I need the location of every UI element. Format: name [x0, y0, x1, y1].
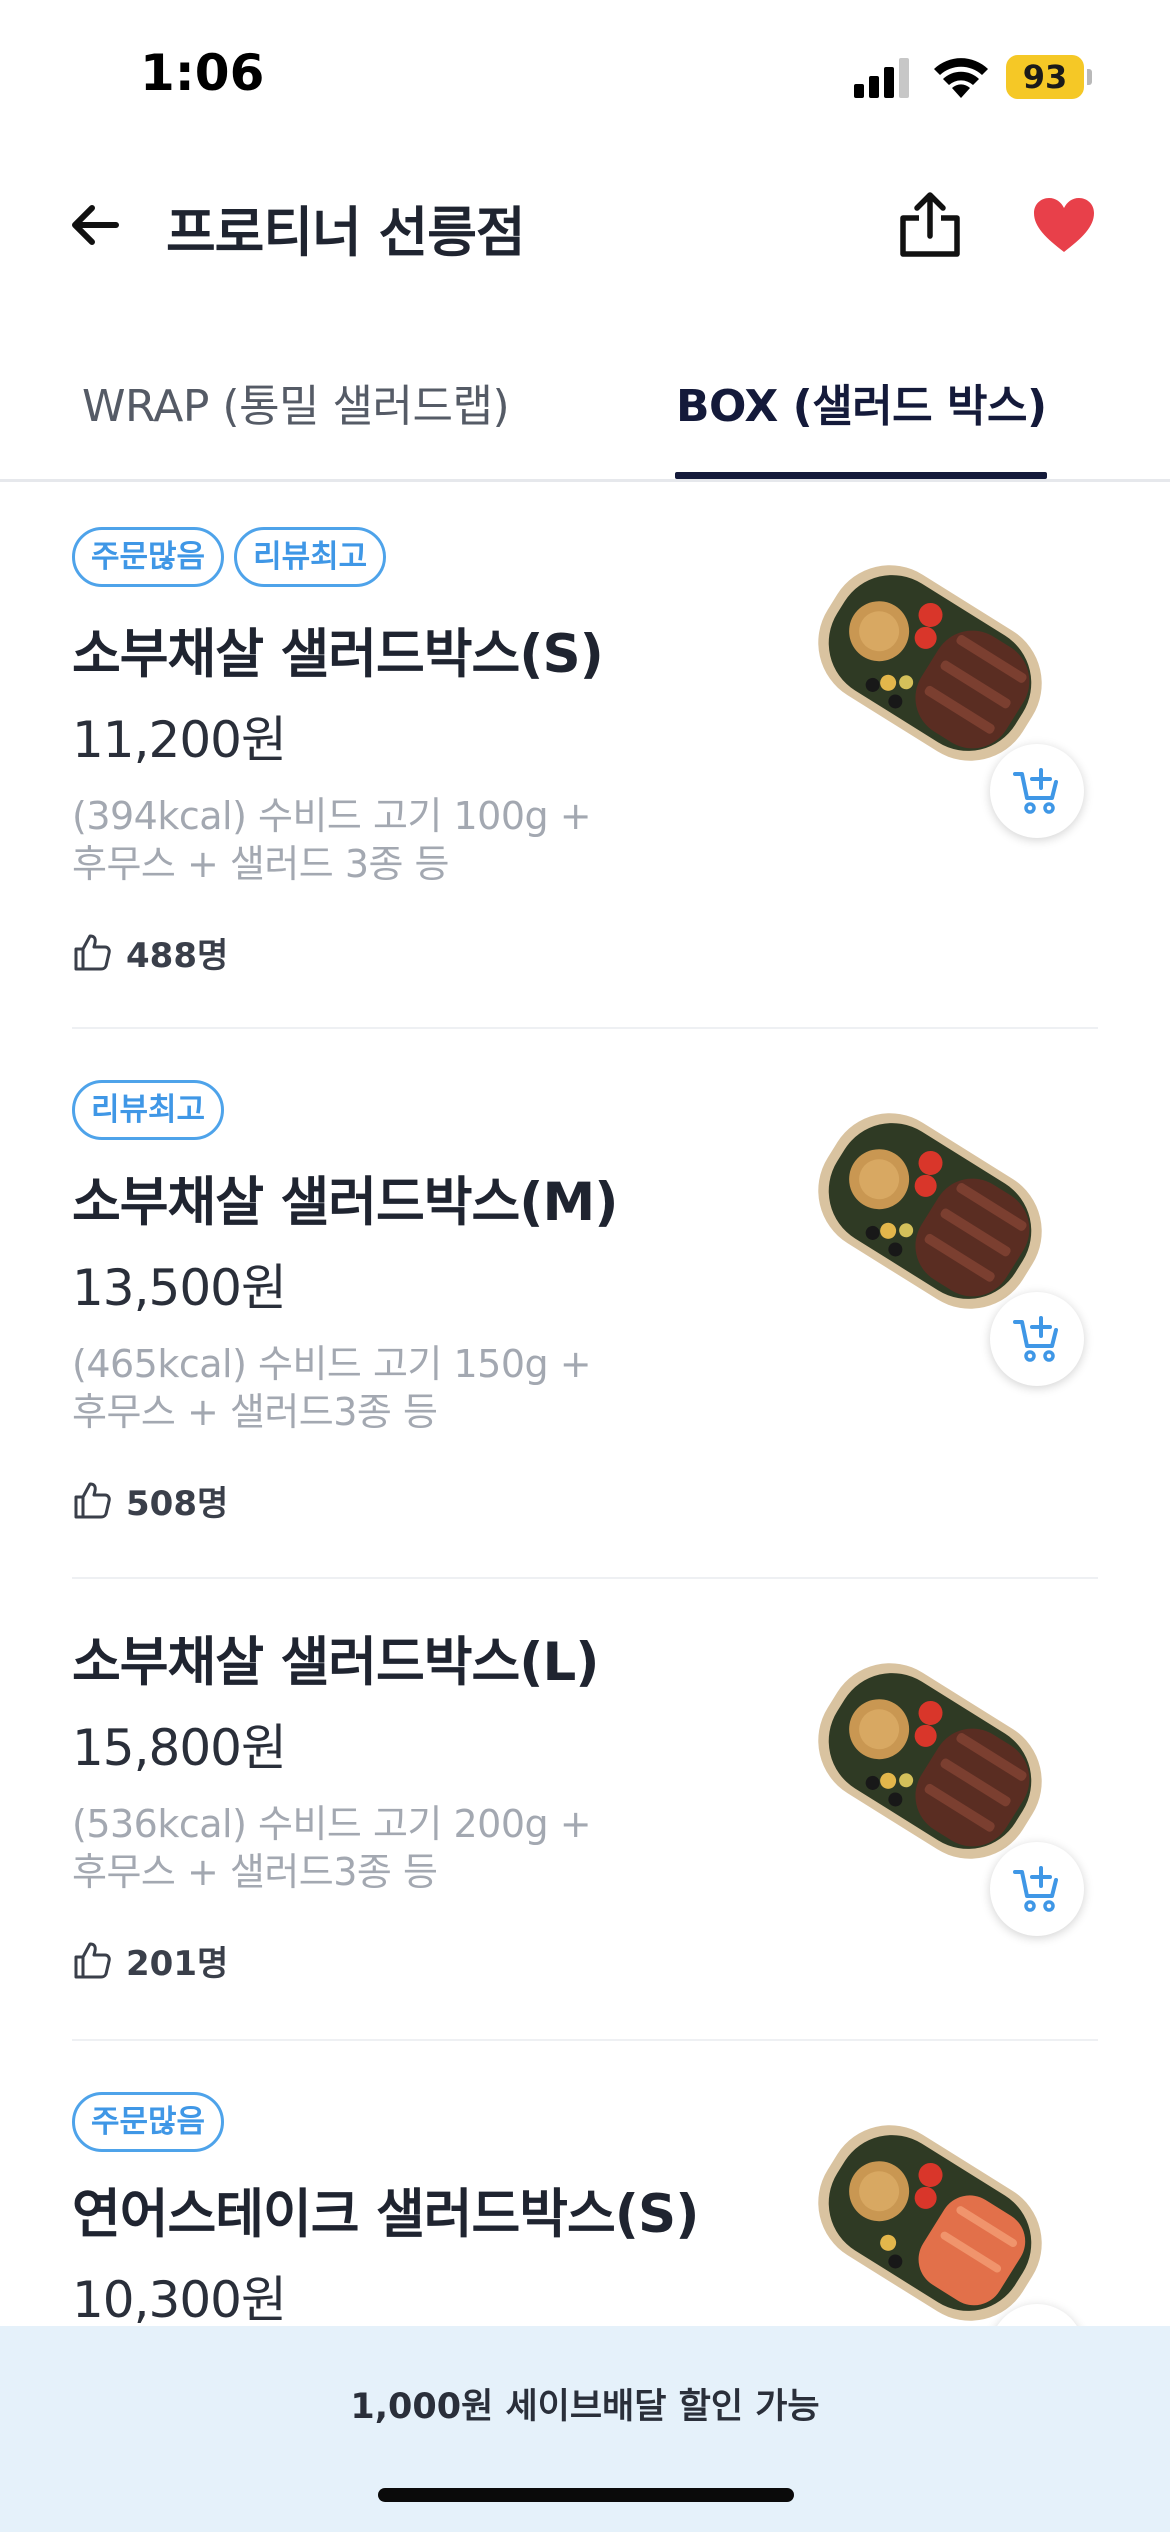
item-price: 15,800원: [72, 1719, 287, 1777]
tab-wrap[interactable]: WRAP (통밀 샐러드랩): [82, 370, 510, 434]
status-bar: 1:06 93: [0, 0, 1170, 150]
thumbs-up-icon: [74, 1942, 111, 1979]
badge-popular: 주문많음: [72, 2092, 225, 2152]
item-price: 11,200원: [72, 711, 287, 769]
cart-plus-icon: [1013, 1866, 1058, 1912]
salmon-salad-box-image: [818, 2125, 1042, 2321]
battery-level: 93: [1022, 58, 1068, 96]
screen: 1:06 93 프로티너 선릉점 WRAP (통밀 샐러드랩) BOX (샐러드…: [0, 0, 1170, 2532]
category-tabs: WRAP (통밀 샐러드랩) BOX (샐러드 박스): [0, 340, 1170, 482]
badge-group: 주문많음: [72, 2092, 234, 2152]
badge-best-review: 리뷰최고: [72, 1080, 225, 1140]
badge-group: 주문많음 리뷰최고: [72, 527, 396, 587]
item-description-line: 후무스 + 샐러드3종 등: [72, 1390, 438, 1434]
menu-item[interactable]: 리뷰최고 소부채살 샐러드박스(M) 13,500원 (465kcal) 수비드…: [0, 1030, 1170, 1576]
like-count: 201명: [126, 1943, 229, 1984]
item-name: 소부채살 샐러드박스(L): [72, 1632, 600, 1693]
page-title: 프로티너 선릉점: [166, 201, 526, 264]
item-price: 10,300원: [72, 2271, 287, 2326]
share-icon[interactable]: [895, 190, 965, 260]
like-count-row: 488명: [72, 930, 229, 976]
like-count-row: 508명: [72, 1478, 229, 1524]
item-description-line: 후무스 + 샐러드 3종 등: [72, 842, 450, 886]
badge-best-review: 리뷰최고: [234, 527, 387, 587]
home-indicator[interactable]: [378, 2488, 794, 2502]
tab-box[interactable]: BOX (샐러드 박스): [676, 370, 1047, 434]
like-count: 508명: [126, 1483, 229, 1524]
header: 프로티너 선릉점: [0, 160, 1170, 290]
divider: [72, 2039, 1098, 2041]
item-description: (465kcal) 수비드 고기 150g + 후무스 + 샐러드3종 등: [72, 1340, 672, 1436]
add-to-cart-button[interactable]: [990, 744, 1084, 838]
active-tab-indicator: [675, 472, 1047, 479]
badge-group: 리뷰최고: [72, 1080, 234, 1140]
add-to-cart-button[interactable]: [990, 1292, 1084, 1386]
battery-icon: 93: [1006, 55, 1092, 99]
item-name: 소부채살 샐러드박스(S): [72, 624, 604, 685]
badge-popular: 주문많음: [72, 527, 225, 587]
thumbs-up-icon: [74, 934, 111, 971]
save-delivery-text: 1,000원 세이브배달 할인 가능: [350, 2387, 820, 2427]
item-name: 소부채살 샐러드박스(M): [72, 1172, 618, 1233]
divider: [72, 1577, 1098, 1579]
item-description: (536kcal) 수비드 고기 200g + 후무스 + 샐러드3종 등: [72, 1800, 672, 1896]
item-description-line: 후무스 + 샐러드3종 등: [72, 1850, 438, 1894]
status-time: 1:06: [140, 44, 265, 102]
cellular-signal-icon: [854, 58, 909, 98]
divider: [72, 1027, 1098, 1029]
favorite-heart-icon[interactable]: [1032, 196, 1096, 254]
add-to-cart-button[interactable]: [990, 1842, 1084, 1936]
like-count: 488명: [126, 935, 229, 976]
menu-item[interactable]: 주문많음 리뷰최고 소부채살 샐러드박스(S) 11,200원 (394kcal)…: [0, 482, 1170, 1028]
item-description: (394kcal) 수비드 고기 100g + 후무스 + 샐러드 3종 등: [72, 792, 672, 888]
menu-item[interactable]: 주문많음 연어스테이크 샐러드박스(S) 10,300원: [0, 2042, 1170, 2326]
wifi-icon: [934, 58, 988, 98]
menu-item[interactable]: 소부채살 샐러드박스(L) 15,800원 (536kcal) 수비드 고기 2…: [0, 1580, 1170, 2038]
cart-plus-icon: [1013, 1316, 1058, 1362]
item-description-line: (465kcal) 수비드 고기 150g +: [72, 1342, 592, 1386]
item-name: 연어스테이크 샐러드박스(S): [72, 2184, 699, 2245]
like-count-row: 201명: [72, 1938, 229, 1984]
cart-plus-icon: [1013, 768, 1058, 814]
thumbs-up-icon: [74, 1482, 111, 1519]
item-price: 13,500원: [72, 1259, 287, 1317]
item-description-line: (394kcal) 수비드 고기 100g +: [72, 794, 592, 838]
item-description-line: (536kcal) 수비드 고기 200g +: [72, 1802, 592, 1846]
back-arrow-icon[interactable]: [66, 195, 126, 255]
